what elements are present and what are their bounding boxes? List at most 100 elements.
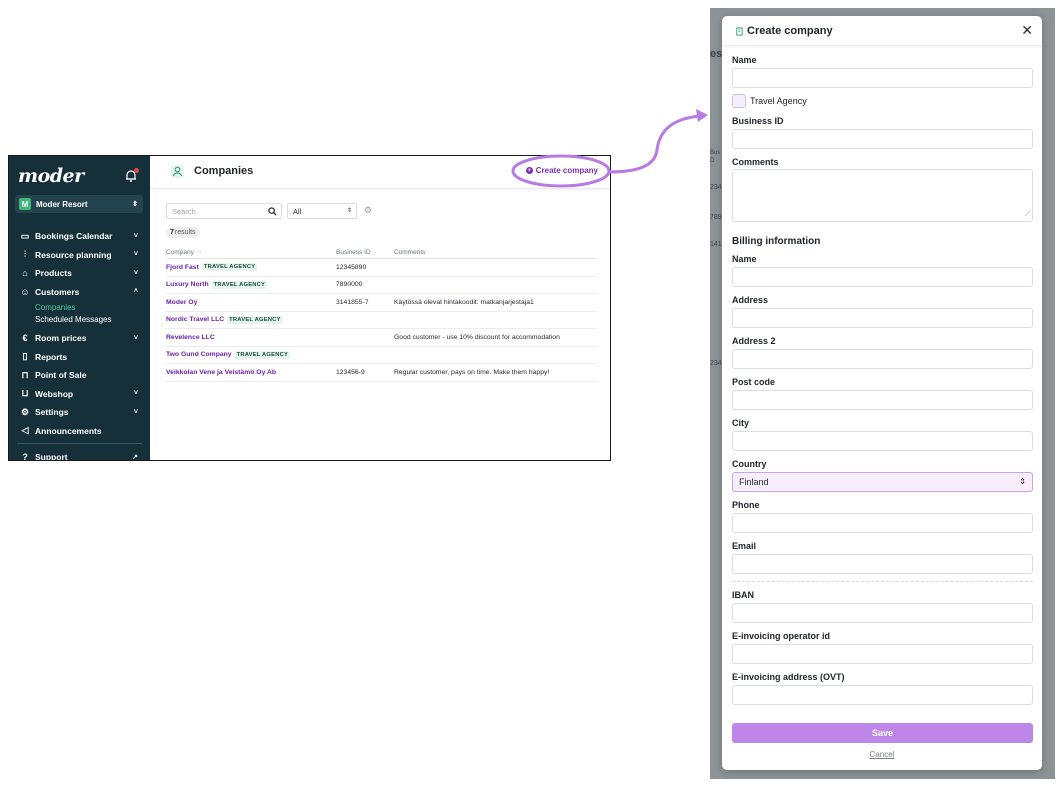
einvoice-ovt-field[interactable] [732,685,1033,705]
address2-label: Address 2 [732,336,776,346]
building-icon [736,27,743,36]
company-name[interactable]: Two Gund Company [166,351,232,358]
billing-name-field[interactable] [732,267,1033,287]
sidebar-subitem-companies[interactable]: Companies [9,301,150,314]
sidebar-item-reports[interactable]: ▯ Reports [9,348,150,367]
report-icon: ▯ [22,351,28,362]
results-label: results [174,229,196,236]
sidebar-item-resource-planning[interactable]: ⫶ Resource planning ˅ [9,246,150,265]
sidebar-item-label: Room prices [35,333,87,344]
comments-label: Comments [732,157,779,167]
table-row[interactable]: Moder Oy 3141855-7 Käytössä olevat hinta… [166,294,597,312]
country-select[interactable]: Finland ⇕ [732,472,1033,492]
sidebar-item-label: Support [35,452,68,461]
company-name[interactable]: Nordic Travel LLC [166,316,224,323]
chevron-down-icon: ˅ [133,390,138,398]
arrowhead [696,109,708,122]
bag-icon: ⊓ [21,369,29,380]
save-button[interactable]: Save [732,723,1033,743]
comment: Good customer - use 10% discount for acc… [394,333,560,341]
settings-gear-icon[interactable]: ⚙ [364,205,372,216]
notification-dot [134,168,139,173]
table-row[interactable]: Two Gund Company TRAVEL AGENCY [166,347,597,364]
chevron-down-icon: ˅ [133,408,138,416]
iban-field[interactable] [732,603,1033,623]
phone-label: Phone [732,500,760,510]
type-filter-select[interactable]: All ⇕ [287,203,357,219]
table-row[interactable]: Revelence LLC Good customer - use 10% di… [166,329,597,347]
city-field[interactable] [732,431,1033,451]
company-name[interactable]: Revelence LLC [166,334,215,341]
create-company-modal: Create company ✕ Name Travel Agency Busi… [722,16,1042,770]
company-name[interactable]: Veikkolan Vene ja Veistämö Oy Ab [166,369,276,376]
sidebar-item-label: Resource planning [35,249,112,260]
main-content: Companies + Create company Search All ⇕ … [150,156,610,460]
company-name[interactable]: Fjord Fast [166,264,199,271]
sidebar-subitem-scheduled-messages[interactable]: Scheduled Messages [9,314,150,327]
company-name[interactable]: Luxury North [166,281,209,288]
sidebar-item-support[interactable]: ? Support ↗ [9,448,150,461]
table-row[interactable]: Fjord Fast TRAVEL AGENCY 12345890 [166,259,597,277]
sliders-icon: ⫶ [23,249,27,260]
billing-name-label: Name [732,254,757,264]
resort-name: Moder Resort [36,199,88,209]
company-name[interactable]: Moder Oy [166,299,197,306]
table-row[interactable]: Luxury North TRAVEL AGENCY 7890000 [166,277,597,294]
chevron-down-icon: ˅ [133,251,138,259]
search-input[interactable]: Search [166,203,282,219]
cancel-link[interactable]: Cancel [722,750,1042,759]
column-header-company[interactable]: Company ↑↓ [166,249,336,256]
sidebar-item-room-prices[interactable]: € Room prices ˅ [9,329,150,348]
business-id: 7890000 [336,281,363,289]
sidebar-item-point-of-sale[interactable]: ⊓ Point of Sale [9,366,150,385]
city-label: City [732,418,750,428]
sidebar-item-settings[interactable]: ⚙ Settings ˅ [9,403,150,422]
travel-agency-badge: TRAVEL AGENCY [211,280,268,289]
email-field[interactable] [732,554,1033,574]
travel-agency-checkbox[interactable] [732,94,746,108]
country-value: Finland [739,477,769,487]
comments-textarea[interactable]: ⟋ [732,169,1033,222]
address2-field[interactable] [732,349,1033,369]
table-row[interactable]: Nordic Travel LLC TRAVEL AGENCY [166,312,597,329]
postcode-field[interactable] [732,390,1033,410]
resort-selector[interactable]: M Moder Resort ⇕ [15,195,143,213]
sidebar: moder M Moder Resort ⇕ ▭ Bookings Calend… [9,156,150,460]
business-id-label: Business ID [732,116,784,126]
phone-field[interactable] [732,513,1033,533]
close-icon[interactable]: ✕ [1021,22,1033,39]
sidebar-item-products[interactable]: ⌂ Products ˅ [9,264,150,283]
create-company-button[interactable]: + Create company [525,166,598,175]
sidebar-item-announcements[interactable]: ◁ Announcements [9,422,150,441]
cart-icon: ⊔ [21,388,29,399]
business-id-field[interactable] [732,129,1033,149]
einvoice-operator-label: E-invoicing operator id [732,631,831,641]
name-field[interactable] [732,68,1033,88]
search-placeholder: Search [172,207,196,216]
country-label: Country [732,459,767,469]
backdrop-text: 789 [710,214,722,221]
einvoice-ovt-label: E-invoicing address (OVT) [732,672,845,682]
travel-agency-badge: TRAVEL AGENCY [234,350,291,359]
backdrop-text: D [710,158,715,164]
sidebar-item-webshop[interactable]: ⊔ Webshop ˅ [9,385,150,404]
chevron-up-icon: ˄ [133,288,138,296]
gear-icon: ⚙ [20,406,30,417]
einvoice-operator-field[interactable] [732,644,1033,664]
travel-agency-badge: TRAVEL AGENCY [227,315,283,324]
table-header: Company ↑↓ Business ID Comments [166,246,597,259]
sidebar-item-bookings-calendar[interactable]: ▭ Bookings Calendar ˅ [9,227,150,246]
sidebar-item-label: Customers [35,286,80,297]
sidebar-item-label: Bookings Calendar [35,231,113,242]
resize-grip-icon[interactable]: ⟋ [1025,211,1030,219]
address-field[interactable] [732,308,1033,328]
users-icon: ☺ [20,286,30,297]
sidebar-item-customers[interactable]: ☺ Customers ˄ [9,283,150,302]
results-count: 7 [170,229,174,236]
iban-label: IBAN [732,590,754,600]
backdrop-text: Bus [710,150,721,156]
table-row[interactable]: Veikkolan Vene ja Veistämö Oy Ab 123456-… [166,364,597,382]
updown-chevron-icon: ⇕ [1019,477,1026,486]
updown-chevron-icon: ⇕ [132,201,138,208]
chevron-down-icon: ˅ [133,334,138,342]
